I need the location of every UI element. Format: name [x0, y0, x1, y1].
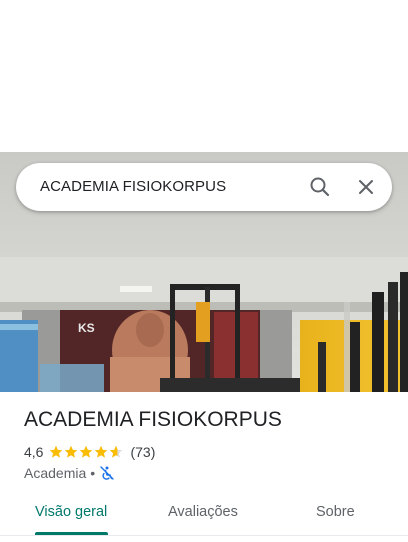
svg-text:KS: KS	[78, 321, 95, 335]
tab-overview[interactable]: Visão geral	[35, 492, 107, 532]
search-box[interactable]: ACADEMIA FISIOKORPUS	[16, 163, 392, 211]
close-button[interactable]	[352, 173, 380, 201]
rating-value: 4,6	[24, 444, 44, 460]
star-icon	[50, 445, 63, 458]
place-category: Academia	[24, 465, 87, 481]
search-icon	[310, 177, 330, 197]
search-input[interactable]: ACADEMIA FISIOKORPUS	[40, 178, 226, 195]
place-title: ACADEMIA FISIOKORPUS	[24, 408, 282, 431]
place-tabs: Visão geral Avaliações Sobre	[0, 492, 408, 536]
star-icon	[95, 445, 108, 458]
star-icon	[110, 445, 123, 458]
search-button[interactable]	[306, 173, 334, 201]
separator: •	[90, 465, 96, 481]
rating-row[interactable]: 4,6 (73)	[24, 443, 155, 461]
review-count[interactable]: (73)	[130, 444, 155, 460]
tabs-divider	[0, 535, 408, 536]
star-rating	[49, 445, 124, 459]
star-icon	[65, 445, 78, 458]
category-row: Academia •	[24, 464, 115, 482]
tab-reviews[interactable]: Avaliações	[168, 492, 238, 532]
star-icon	[80, 445, 93, 458]
tab-about[interactable]: Sobre	[316, 492, 355, 532]
top-blank-area	[0, 0, 408, 152]
close-icon	[359, 180, 373, 194]
not-accessible-icon	[100, 466, 114, 480]
